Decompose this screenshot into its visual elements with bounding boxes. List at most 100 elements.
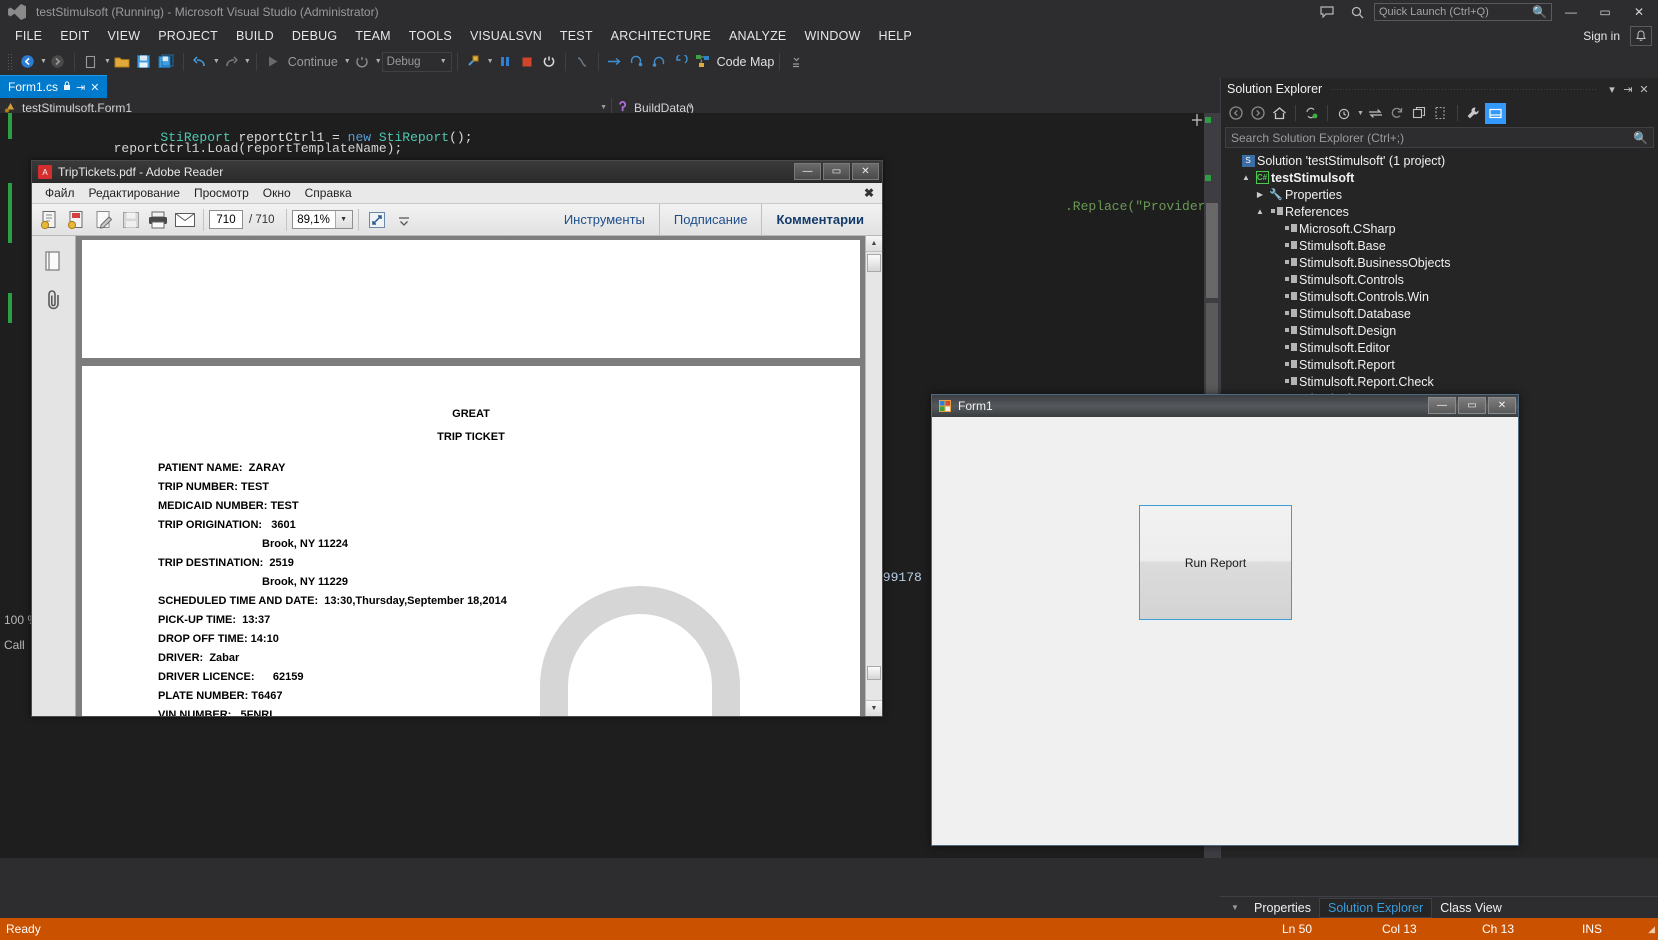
- toolbar-overflow-icon[interactable]: [391, 207, 418, 233]
- pin-icon[interactable]: ⇥: [76, 81, 85, 94]
- menu-view[interactable]: VIEW: [98, 26, 149, 46]
- sign-in-link[interactable]: Sign in: [1583, 29, 1620, 43]
- navigate-backward-button[interactable]: [16, 51, 38, 73]
- adobe-menu-file[interactable]: Файл: [38, 184, 82, 202]
- scroll-down-button[interactable]: ▼: [866, 700, 882, 716]
- print-icon[interactable]: [144, 207, 171, 233]
- quick-launch-input[interactable]: Quick Launch (Ctrl+Q) 🔍: [1374, 3, 1552, 21]
- menu-team[interactable]: TEAM: [346, 26, 400, 46]
- collapse-all-icon[interactable]: [1409, 103, 1430, 124]
- menu-project[interactable]: PROJECT: [149, 26, 227, 46]
- form1-window[interactable]: Form1 — ▭ ✕ Run Report: [931, 394, 1519, 846]
- attach-dropdown-icon[interactable]: ▼: [487, 58, 494, 65]
- refresh-sync-icon[interactable]: [1365, 103, 1386, 124]
- toolbar-grip[interactable]: [7, 52, 13, 71]
- continue-dropdown-icon[interactable]: ▼: [344, 58, 351, 65]
- home-icon[interactable]: [1269, 103, 1290, 124]
- adobe-close-button[interactable]: ✕: [852, 163, 879, 180]
- continue-button-label[interactable]: Continue: [284, 55, 342, 69]
- save-all-icon[interactable]: [155, 51, 178, 73]
- menu-analyze[interactable]: ANALYZE: [720, 26, 795, 46]
- page-thumbnails-icon[interactable]: [39, 247, 69, 277]
- form1-close-button[interactable]: ✕: [1488, 397, 1516, 414]
- page-number-input[interactable]: 710: [209, 210, 243, 229]
- form1-maximize-button[interactable]: ▭: [1458, 397, 1486, 414]
- menu-build[interactable]: BUILD: [227, 26, 283, 46]
- preview-selected-items-icon[interactable]: [1484, 102, 1506, 124]
- menu-file[interactable]: FILE: [6, 26, 51, 46]
- adobe-minimize-button[interactable]: —: [794, 163, 821, 180]
- tree-item[interactable]: Microsoft.CSharp: [1221, 220, 1658, 237]
- adobe-menu-edit[interactable]: Редактирование: [82, 184, 187, 202]
- panel-pin-icon[interactable]: ⇥: [1620, 83, 1636, 96]
- navigate-backward-dropdown-icon[interactable]: ▼: [40, 58, 47, 65]
- expander-icon[interactable]: ▲: [1253, 207, 1267, 216]
- step-back-icon[interactable]: [670, 51, 692, 73]
- restart-icon[interactable]: [351, 51, 373, 73]
- tab-properties[interactable]: Properties: [1246, 899, 1319, 917]
- adobe-menu-view[interactable]: Просмотр: [187, 184, 256, 202]
- adobe-menu-help[interactable]: Справка: [298, 184, 359, 202]
- forward-icon[interactable]: [1247, 103, 1268, 124]
- sync-with-active-document-icon[interactable]: [1301, 103, 1322, 124]
- restart-debug-icon[interactable]: [538, 51, 560, 73]
- vs-minimize-button[interactable]: —: [1556, 1, 1586, 23]
- create-pdf-icon[interactable]: [36, 207, 63, 233]
- tab-form1-cs[interactable]: Form1.cs ⇥ ✕: [0, 75, 108, 98]
- menu-visualsvn[interactable]: VISUALSVN: [461, 26, 551, 46]
- tree-item[interactable]: Stimulsoft.Report.Check: [1221, 373, 1658, 390]
- run-report-button[interactable]: Run Report: [1139, 505, 1292, 620]
- save-icon[interactable]: [133, 51, 155, 73]
- open-file-icon[interactable]: [111, 51, 133, 73]
- filter-dropdown-icon[interactable]: ▼: [1357, 110, 1364, 117]
- tree-item[interactable]: Stimulsoft.Base: [1221, 237, 1658, 254]
- pdf-page-viewport[interactable]: GREAT TRIP TICKET PATIENT NAME: ZARAY TRIP …: [76, 236, 882, 716]
- menu-test[interactable]: TEST: [551, 26, 602, 46]
- redo-dropdown-icon[interactable]: ▼: [244, 58, 251, 65]
- menu-tools[interactable]: TOOLS: [400, 26, 461, 46]
- quick-launch-toggle-icon[interactable]: [1344, 1, 1370, 23]
- menu-edit[interactable]: EDIT: [51, 26, 98, 46]
- sign-tab[interactable]: Подписание: [658, 203, 762, 236]
- zoom-combobox[interactable]: 89,1% ▼: [291, 210, 353, 229]
- tab-close-icon[interactable]: ✕: [90, 81, 99, 94]
- redo-icon[interactable]: [220, 51, 242, 73]
- scrollbar-thumb-bottom[interactable]: [867, 666, 881, 680]
- vs-maximize-button[interactable]: ▭: [1590, 1, 1620, 23]
- navigate-forward-button[interactable]: [47, 51, 69, 73]
- tree-item[interactable]: Stimulsoft.BusinessObjects: [1221, 254, 1658, 271]
- feedback-icon[interactable]: [1314, 1, 1340, 23]
- tools-tab[interactable]: Инструменты: [550, 204, 659, 236]
- adobe-menubar-close-icon[interactable]: ✖: [864, 186, 874, 200]
- undo-dropdown-icon[interactable]: ▼: [213, 58, 220, 65]
- refresh-icon[interactable]: [1387, 103, 1408, 124]
- tree-item[interactable]: Stimulsoft.Database: [1221, 305, 1658, 322]
- tree-item[interactable]: Stimulsoft.Design: [1221, 322, 1658, 339]
- resize-grip-icon[interactable]: ◢: [1642, 924, 1658, 935]
- menu-window[interactable]: WINDOW: [795, 26, 869, 46]
- comment-tab[interactable]: Комментарии: [761, 203, 878, 236]
- scrollbar-thumb-top[interactable]: [867, 254, 881, 272]
- adobe-reader-window[interactable]: A TripTickets.pdf - Adobe Reader — ▭ ✕ Ф…: [31, 160, 883, 717]
- scroll-up-button[interactable]: ▲: [866, 236, 882, 252]
- fit-page-icon[interactable]: [364, 207, 391, 233]
- adobe-menu-window[interactable]: Окно: [256, 184, 298, 202]
- tab-class-view[interactable]: Class View: [1432, 899, 1510, 917]
- tree-item[interactable]: ▲ References: [1221, 203, 1658, 220]
- continue-play-icon[interactable]: [262, 51, 284, 73]
- save-pdf-icon[interactable]: [117, 207, 144, 233]
- scrollbar-thumb[interactable]: [1206, 203, 1218, 298]
- chevron-down-icon[interactable]: ▼: [334, 211, 352, 228]
- panel-close-icon[interactable]: ✕: [1636, 83, 1652, 96]
- restart-dropdown-icon[interactable]: ▼: [375, 58, 382, 65]
- show-next-statement-icon[interactable]: [571, 51, 593, 73]
- pending-changes-filter-icon[interactable]: [1333, 103, 1354, 124]
- pdf-vertical-scrollbar[interactable]: ▲ ▼: [865, 236, 882, 716]
- tree-item[interactable]: S Solution 'testStimulsoft' (1 project): [1221, 152, 1658, 169]
- pause-icon[interactable]: [494, 51, 516, 73]
- tree-item[interactable]: Stimulsoft.Editor: [1221, 339, 1658, 356]
- tree-item[interactable]: ▲ C# testStimulsoft: [1221, 169, 1658, 186]
- undo-icon[interactable]: [189, 51, 211, 73]
- solution-explorer-search-input[interactable]: Search Solution Explorer (Ctrl+;) 🔍: [1225, 127, 1654, 148]
- new-project-dropdown-icon[interactable]: ▼: [104, 58, 111, 65]
